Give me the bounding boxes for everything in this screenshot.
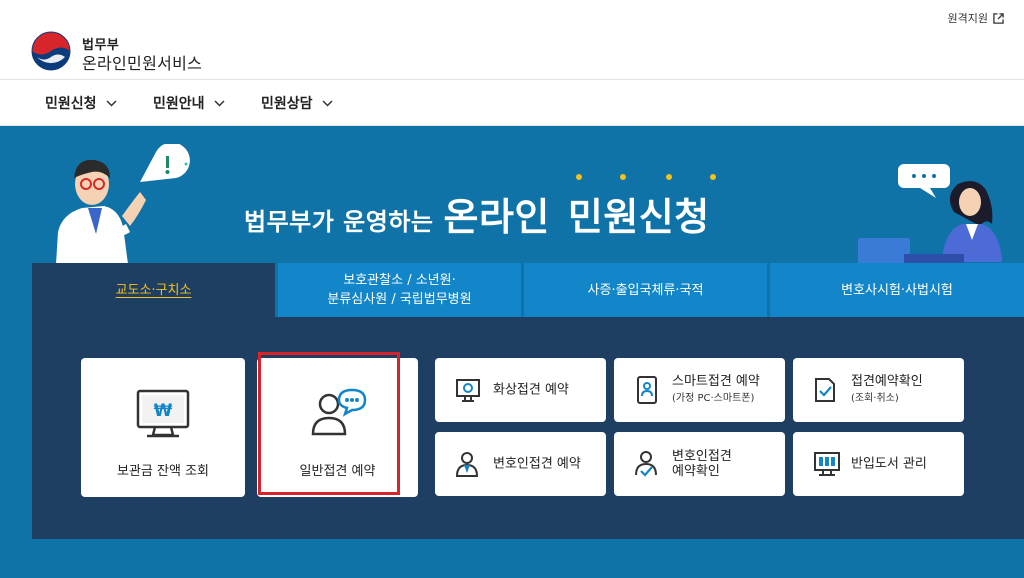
category-tabs: 교도소·구치소 보호관찰소 / 소년원· 분류심사원 / 국립법무병원 사증·출… bbox=[32, 263, 1024, 317]
card-label-line1: 변호인접견 bbox=[672, 449, 732, 464]
book-monitor-icon bbox=[814, 452, 840, 476]
hero-title-suffix: 민원신청 bbox=[567, 174, 716, 241]
nav-item-label: 민원상담 bbox=[261, 96, 313, 112]
nav-item-guide[interactable]: 민원안내 bbox=[153, 93, 225, 113]
tab-bar-exam[interactable]: 변호사시험·사법시험 bbox=[770, 263, 1024, 317]
remote-support-link[interactable]: 원격지원 bbox=[948, 10, 1004, 26]
government-emblem-icon[interactable] bbox=[31, 31, 71, 71]
chevron-down-icon bbox=[106, 99, 117, 107]
remote-support-label: 원격지원 bbox=[947, 12, 988, 25]
card-label: 접견예약확인 bbox=[851, 374, 923, 389]
nav-item-consult[interactable]: 민원상담 bbox=[261, 93, 333, 113]
chevron-down-icon bbox=[214, 99, 225, 107]
nav-item-label: 민원신청 bbox=[45, 96, 97, 112]
tab-label: 사증·출입국체류·국적 bbox=[587, 282, 704, 298]
card-sublabel: (가정 PC·스마트폰) bbox=[672, 393, 755, 404]
nav-item-label: 민원안내 bbox=[153, 96, 205, 112]
lawyer-icon bbox=[455, 452, 479, 477]
person-chat-icon bbox=[311, 388, 366, 436]
tab-immigration[interactable]: 사증·출입국체류·국적 bbox=[524, 263, 767, 317]
svg-text:₩: ₩ bbox=[154, 401, 173, 421]
woman-laptop-illustration bbox=[858, 164, 1002, 264]
tab-probation[interactable]: 보호관찰소 / 소년원· 분류심사원 / 국립법무병원 bbox=[278, 263, 521, 317]
card-label: 스마트접견 예약 bbox=[672, 374, 760, 389]
main-nav: 민원신청 민원안내 민원상담 bbox=[0, 80, 1024, 126]
document-check-icon bbox=[815, 378, 835, 402]
lawyer-check-icon bbox=[635, 451, 657, 477]
general-visit-card[interactable]: 일반접견 예약 bbox=[257, 358, 418, 497]
deposit-balance-card[interactable]: ₩ 보관금 잔액 조회 bbox=[81, 358, 245, 497]
video-visit-card[interactable]: 화상접견 예약 bbox=[435, 358, 606, 422]
card-label: 변호인접견 예약 bbox=[493, 456, 581, 472]
service-name[interactable]: 온라인민원서비스 bbox=[82, 50, 202, 74]
tab-label-line2: 분류심사원 / 국립법무병원 bbox=[327, 292, 472, 307]
hero-title-prefix: 법무부가 운영하는 bbox=[244, 208, 434, 236]
lawyer-visit-card[interactable]: 변호인접견 예약 bbox=[435, 432, 606, 496]
video-monitor-icon bbox=[456, 379, 480, 402]
hero-title-highlight: 온라인 bbox=[444, 186, 550, 241]
tab-label: 변호사시험·사법시험 bbox=[841, 282, 953, 298]
card-text: 스마트접견 예약 (가정 PC·스마트폰) bbox=[672, 374, 760, 406]
clapping-man-illustration bbox=[56, 144, 190, 264]
card-text: 접견예약확인 (조회·취소) bbox=[851, 374, 923, 406]
card-label-line2: 예약확인 bbox=[672, 464, 720, 479]
hero-title: 법무부가 운영하는 온라인 민원신청 bbox=[244, 174, 716, 241]
monitor-won-icon: ₩ bbox=[136, 389, 190, 438]
card-label: 반입도서 관리 bbox=[851, 456, 927, 472]
smartphone-person-icon bbox=[637, 376, 657, 404]
nav-item-apply[interactable]: 민원신청 bbox=[45, 93, 117, 113]
hero-title-suffix-text: 민원신청 bbox=[567, 195, 710, 239]
visit-check-card[interactable]: 접견예약확인 (조회·취소) bbox=[793, 358, 964, 422]
tab-label: 보호관찰소 / 소년원· 분류심사원 / 국립법무병원 bbox=[327, 271, 471, 309]
book-management-card[interactable]: 반입도서 관리 bbox=[793, 432, 964, 496]
card-label: 보관금 잔액 조회 bbox=[117, 464, 209, 479]
lawyer-visit-check-card[interactable]: 변호인접견 예약확인 bbox=[614, 432, 785, 496]
site-header: 법무부 온라인민원서비스 원격지원 bbox=[0, 0, 1024, 80]
card-label: 화상접견 예약 bbox=[493, 382, 569, 398]
smart-visit-card[interactable]: 스마트접견 예약 (가정 PC·스마트폰) bbox=[614, 358, 785, 422]
accent-dots bbox=[568, 174, 716, 184]
card-text: 변호인접견 예약확인 bbox=[672, 449, 732, 479]
tab-label-line1: 보호관찰소 / 소년원· bbox=[343, 273, 456, 288]
external-link-icon bbox=[993, 12, 1004, 24]
page: 법무부 온라인민원서비스 원격지원 민원신청 민원안내 민원상담 법무부가 운영… bbox=[0, 0, 1024, 578]
tab-label: 교도소·구치소 bbox=[115, 282, 192, 298]
tab-prison[interactable]: 교도소·구치소 bbox=[32, 263, 275, 317]
card-sublabel: (조회·취소) bbox=[851, 393, 899, 404]
chevron-down-icon bbox=[322, 99, 333, 107]
card-label: 일반접견 예약 bbox=[299, 464, 376, 479]
